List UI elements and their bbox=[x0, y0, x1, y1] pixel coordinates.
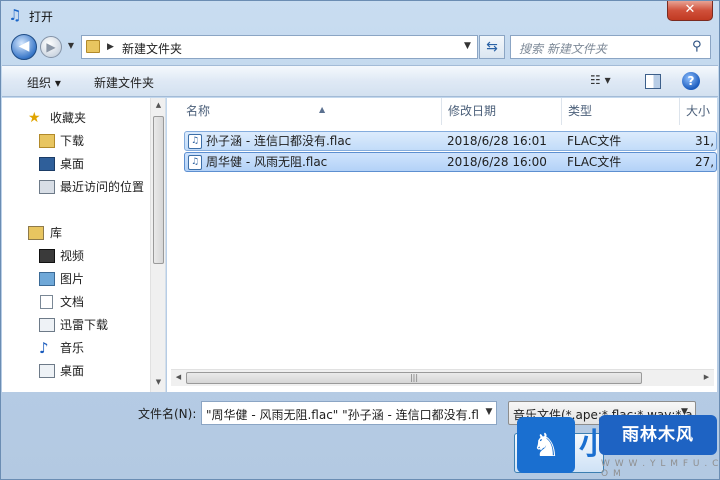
sidebar-item-recent-places[interactable]: 最近访问的位置 bbox=[2, 177, 150, 197]
file-type: FLAC文件 bbox=[567, 134, 622, 148]
recent-places-icon bbox=[39, 180, 55, 194]
xunlei-download-icon bbox=[39, 318, 55, 332]
scroll-down-icon[interactable]: ▼ bbox=[151, 375, 166, 390]
column-header-name[interactable]: 名称 ▲ bbox=[180, 98, 442, 125]
library-icon bbox=[28, 226, 44, 240]
scroll-up-icon[interactable]: ▲ bbox=[151, 98, 166, 113]
horse-logo-icon: ♞ bbox=[517, 417, 575, 473]
sidebar-item-label: 桌面 bbox=[60, 364, 85, 378]
title-bar[interactable]: ♫ 打开 ✕ bbox=[1, 1, 719, 29]
sidebar-item-label: 下载 bbox=[60, 134, 85, 148]
watermark: ♞ 小 雨林木风 W W W . Y L M F U . C O M bbox=[513, 411, 720, 480]
music-icon: ♪ bbox=[39, 339, 49, 357]
file-type: FLAC文件 bbox=[567, 155, 622, 169]
sidebar-item-favorites[interactable]: ★ 收藏夹 bbox=[2, 108, 150, 128]
desktop-icon bbox=[39, 157, 55, 171]
column-header-date[interactable]: 修改日期 bbox=[442, 98, 562, 125]
sidebar-item-desktop[interactable]: 桌面 bbox=[2, 154, 150, 174]
folder-icon bbox=[86, 40, 100, 53]
flac-file-icon: ♫ bbox=[188, 134, 202, 149]
forward-button[interactable]: ▶ bbox=[40, 36, 62, 58]
scroll-right-icon[interactable]: ▶ bbox=[699, 370, 714, 385]
window-title: 打开 bbox=[29, 10, 54, 24]
video-icon bbox=[39, 249, 55, 263]
desktop-icon bbox=[39, 364, 55, 378]
sort-ascending-icon: ▲ bbox=[319, 105, 326, 114]
preview-pane-icon[interactable] bbox=[645, 74, 661, 89]
flac-file-icon: ♫ bbox=[188, 155, 202, 170]
column-header-type[interactable]: 类型 bbox=[562, 98, 680, 125]
sidebar-item-pictures[interactable]: 图片 bbox=[2, 269, 150, 289]
address-bar[interactable]: ▶ 新建文件夹 ▼ bbox=[81, 35, 478, 59]
recent-locations-dropdown[interactable]: ▼ bbox=[65, 40, 77, 52]
file-row[interactable]: ♫ 孙子涵 - 连信口都没有.flac 2018/6/28 16:01 FLAC… bbox=[184, 131, 717, 151]
organize-menu-button[interactable]: 组织 ▾ bbox=[27, 74, 61, 91]
address-dropdown-icon[interactable]: ▼ bbox=[464, 41, 471, 51]
star-icon: ★ bbox=[28, 110, 41, 126]
navigation-pane: ★ 收藏夹 下载 桌面 最近访问的位置 库 视频 图片 文档 迅雷下载 ♪ 音乐… bbox=[2, 98, 166, 392]
nav-vertical-scrollbar[interactable]: ▲ ▼ bbox=[150, 98, 165, 392]
open-file-dialog: ♫ 打开 ✕ ◀ ▶ ▼ ▶ 新建文件夹 ▼ ⇆ 搜索 新建文件夹 ⚲ 组织 ▾… bbox=[0, 0, 720, 480]
back-button[interactable]: ◀ bbox=[11, 34, 37, 60]
file-name: 周华健 - 风雨无阻.flac bbox=[206, 155, 328, 169]
change-view-button[interactable]: ☷ ▾ bbox=[590, 73, 630, 91]
column-header-size[interactable]: 大小 bbox=[680, 98, 717, 125]
file-size: 31, bbox=[695, 134, 715, 148]
file-modified: 2018/6/28 16:01 bbox=[447, 134, 547, 148]
sidebar-item-label: 最近访问的位置 bbox=[60, 180, 145, 194]
sidebar-item-libraries[interactable]: 库 bbox=[2, 223, 150, 243]
search-input[interactable]: 搜索 新建文件夹 ⚲ bbox=[510, 35, 711, 59]
file-name: 孙子涵 - 连信口都没有.flac bbox=[206, 134, 352, 148]
sidebar-item-label: 库 bbox=[50, 226, 63, 240]
filename-label: 文件名(N): bbox=[138, 407, 197, 421]
command-bar: 组织 ▾ 新建文件夹 ☷ ▾ ? bbox=[2, 65, 718, 97]
pictures-icon bbox=[39, 272, 55, 286]
sidebar-item-label: 迅雷下载 bbox=[60, 318, 109, 332]
watermark-url: W W W . Y L M F U . C O M bbox=[601, 459, 720, 479]
breadcrumb-chevron-icon[interactable]: ▶ bbox=[107, 40, 114, 54]
breadcrumb-current-folder[interactable]: 新建文件夹 bbox=[122, 40, 182, 57]
sidebar-item-music[interactable]: ♪ 音乐 bbox=[2, 338, 150, 358]
file-modified: 2018/6/28 16:00 bbox=[447, 155, 547, 169]
sidebar-item-desktop-2[interactable]: 桌面 bbox=[2, 361, 150, 381]
nav-scroll-thumb[interactable] bbox=[153, 116, 164, 264]
sidebar-item-label: 图片 bbox=[60, 272, 85, 286]
refresh-button[interactable]: ⇆ bbox=[479, 35, 505, 59]
file-list: 名称 ▲ 修改日期 类型 大小 ♫ 孙子涵 - 连信口都没有.flac 2018… bbox=[167, 98, 717, 392]
watermark-brand: 雨林木风 bbox=[599, 415, 717, 455]
horizontal-scrollbar[interactable]: ◀ ||| ▶ bbox=[171, 369, 714, 386]
sidebar-item-label: 桌面 bbox=[60, 157, 85, 171]
search-placeholder: 搜索 新建文件夹 bbox=[519, 42, 607, 56]
sidebar-item-xunlei-downloads[interactable]: 迅雷下载 bbox=[2, 315, 150, 335]
file-row[interactable]: ♫ 周华健 - 风雨无阻.flac 2018/6/28 16:00 FLAC文件… bbox=[184, 152, 717, 172]
scroll-left-icon[interactable]: ◀ bbox=[171, 370, 186, 385]
music-note-icon: ♫ bbox=[8, 6, 22, 24]
horizontal-scroll-thumb[interactable]: ||| bbox=[186, 372, 642, 384]
sidebar-item-downloads[interactable]: 下载 bbox=[2, 131, 150, 151]
sidebar-item-videos[interactable]: 视频 bbox=[2, 246, 150, 266]
column-header-label: 名称 bbox=[186, 104, 211, 118]
new-folder-button[interactable]: 新建文件夹 bbox=[94, 74, 154, 91]
filename-value: "周华健 - 风雨无阻.flac" "孙子涵 - 连信口都没有.fl bbox=[206, 408, 479, 422]
file-size: 27, bbox=[695, 155, 715, 169]
sidebar-item-label: 收藏夹 bbox=[50, 111, 87, 125]
sidebar-item-documents[interactable]: 文档 bbox=[2, 292, 150, 312]
help-icon[interactable]: ? bbox=[682, 72, 700, 90]
filename-field[interactable]: "周华健 - 风雨无阻.flac" "孙子涵 - 连信口都没有.fl ▼ bbox=[201, 401, 497, 425]
filename-dropdown-icon[interactable]: ▼ bbox=[482, 407, 496, 417]
download-folder-icon bbox=[39, 134, 55, 148]
sidebar-item-label: 视频 bbox=[60, 249, 85, 263]
sidebar-item-label: 文档 bbox=[60, 295, 85, 309]
close-button[interactable]: ✕ bbox=[667, 1, 713, 21]
sidebar-item-label: 音乐 bbox=[60, 341, 85, 355]
search-icon[interactable]: ⚲ bbox=[692, 39, 708, 55]
documents-icon bbox=[40, 295, 53, 309]
